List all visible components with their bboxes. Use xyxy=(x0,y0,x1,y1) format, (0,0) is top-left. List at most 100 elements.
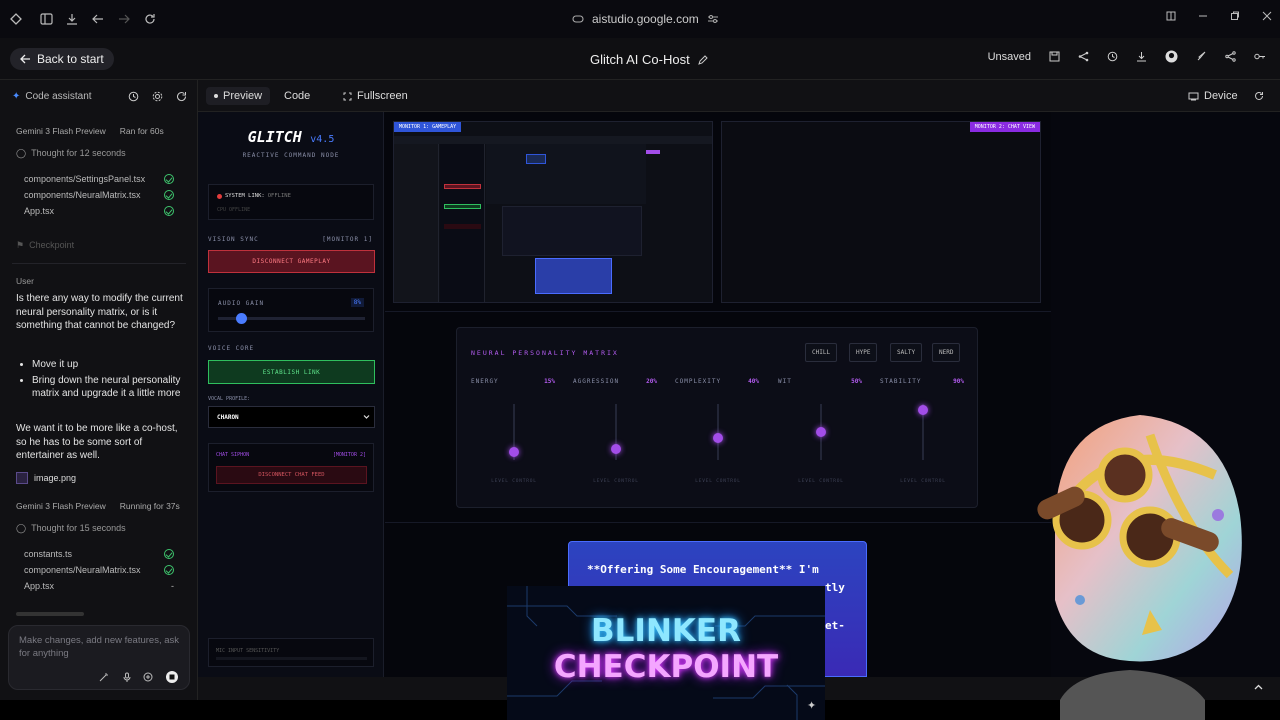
slider-thumb[interactable] xyxy=(509,446,519,457)
pencil-icon[interactable] xyxy=(697,54,708,65)
back-arrow-icon[interactable] xyxy=(90,11,106,27)
vocal-profile-value: CHARON xyxy=(217,414,239,421)
run2-status: Running for 37s xyxy=(119,501,180,511)
minimize-icon[interactable] xyxy=(1198,11,1208,21)
disconnect-chat-button[interactable]: DISCONNECT CHAT FEED xyxy=(216,466,367,484)
personality-slider-wit[interactable]: WIT 50% LEVEL CONTROL xyxy=(778,378,864,498)
personality-slider-aggression[interactable]: AGGRESSION 20% LEVEL CONTROL xyxy=(573,378,659,498)
magic-wand-icon[interactable] xyxy=(99,672,109,682)
history-icon[interactable] xyxy=(1107,51,1118,62)
slider-track[interactable] xyxy=(509,404,519,460)
address-bar[interactable]: aistudio.google.com xyxy=(572,12,719,26)
download-icon[interactable] xyxy=(64,11,80,27)
logo: GLITCH v4.5 xyxy=(198,128,384,147)
file-row[interactable]: components/NeuralMatrix.tsx xyxy=(24,565,174,575)
forward-arrow-icon[interactable] xyxy=(116,11,132,27)
slider-thumb[interactable] xyxy=(816,427,826,437)
attachment-chip[interactable]: image.png xyxy=(16,472,76,484)
prompt-input[interactable]: Make changes, add new features, ask for … xyxy=(8,625,190,690)
personality-slider-energy[interactable]: ENERGY 15% LEVEL CONTROL xyxy=(471,378,557,498)
establish-link-button[interactable]: ESTABLISH LINK xyxy=(208,360,375,384)
key-icon[interactable] xyxy=(1254,51,1266,62)
sparkle-icon: ✦ xyxy=(807,700,817,712)
device-button[interactable]: Device xyxy=(1180,87,1246,105)
github-icon[interactable] xyxy=(1165,50,1178,63)
slider-thumb[interactable] xyxy=(713,432,723,443)
reload-icon[interactable] xyxy=(142,11,158,27)
save-icon[interactable] xyxy=(1049,51,1060,62)
slider-value: 20% xyxy=(646,378,657,385)
file-row[interactable]: App.tsx xyxy=(24,206,174,216)
close-icon[interactable] xyxy=(1262,11,1272,21)
monitor-1-gameplay: MONITOR 1: GAMEPLAY xyxy=(393,121,713,303)
preset-hype-button[interactable]: HYPE xyxy=(849,343,878,362)
slider-track[interactable] xyxy=(816,404,826,460)
slider-label: WIT xyxy=(778,378,792,385)
file-row[interactable]: App.tsx - xyxy=(24,581,174,591)
tune-icon[interactable] xyxy=(707,14,719,24)
disconnect-gameplay-button[interactable]: DISCONNECT GAMEPLAY xyxy=(208,250,375,273)
url-text[interactable]: aistudio.google.com xyxy=(592,12,699,26)
slider-track[interactable] xyxy=(611,404,621,460)
file-row[interactable]: components/SettingsPanel.tsx xyxy=(24,174,174,184)
vocal-profile-select[interactable]: CHARON xyxy=(208,406,375,428)
microphone-icon[interactable] xyxy=(122,672,132,682)
mirror-chat-button xyxy=(444,224,481,229)
slider-label: STABILITY xyxy=(880,378,922,385)
back-to-start-button[interactable]: Back to start xyxy=(10,48,114,70)
mirror-left-panel xyxy=(394,144,439,302)
split-view-icon[interactable] xyxy=(1166,11,1176,21)
bubble-line-1: **Offering Some Encouragement** I'm xyxy=(587,563,819,576)
refresh-icon[interactable] xyxy=(176,91,187,102)
logo-text: GLITCH xyxy=(247,128,302,146)
mic-sensitivity-slider[interactable] xyxy=(216,657,367,660)
download-icon[interactable] xyxy=(1136,51,1147,62)
version-text: v4.5 xyxy=(310,134,335,145)
chat-siphon-card: CHAT SIPHON [MONITOR 2] DISCONNECT CHAT … xyxy=(208,443,374,492)
stop-icon[interactable] xyxy=(165,670,179,684)
cpu-line: CPU OFFLINE xyxy=(217,207,251,213)
personality-slider-complexity[interactable]: COMPLEXITY 40% LEVEL CONTROL xyxy=(675,378,761,498)
file-row[interactable]: components/NeuralMatrix.tsx xyxy=(24,190,174,200)
personality-slider-stability[interactable]: STABILITY 90% LEVEL CONTROL xyxy=(880,378,966,498)
rocket-icon[interactable] xyxy=(1196,51,1207,62)
slider-thumb[interactable] xyxy=(611,443,621,454)
add-circle-icon[interactable] xyxy=(143,672,153,682)
preset-chill-button[interactable]: CHILL xyxy=(805,343,838,362)
restore-icon[interactable] xyxy=(1230,11,1240,21)
run2-model: Gemini 3 Flash Preview xyxy=(16,501,106,511)
attachment-name: image.png xyxy=(34,473,77,483)
file-name: constants.ts xyxy=(24,549,73,559)
mic-sensitivity-label: MIC INPUT SENSITIVITY xyxy=(216,648,280,654)
mirror-green-button xyxy=(444,204,481,209)
check-icon xyxy=(164,174,174,184)
share-nodes-icon[interactable] xyxy=(1078,51,1089,62)
thought2-toggle[interactable]: ◯ Thought for 15 seconds xyxy=(16,523,126,534)
preset-salty-button[interactable]: SALTY xyxy=(890,343,923,362)
file-row[interactable]: constants.ts xyxy=(24,549,174,559)
slider-thumb[interactable] xyxy=(918,404,928,415)
reload-preview-icon[interactable] xyxy=(1254,91,1264,101)
history-icon[interactable] xyxy=(128,91,139,102)
tab-preview[interactable]: Preview xyxy=(206,87,271,105)
slider-thumb[interactable] xyxy=(235,313,247,324)
preset-nerd-button[interactable]: NERD xyxy=(932,343,961,362)
slider-track[interactable] xyxy=(713,404,723,460)
slider-value: 40% xyxy=(748,378,759,385)
site-info-icon[interactable] xyxy=(572,14,584,24)
slider-track[interactable] xyxy=(918,404,928,460)
tab-fullscreen[interactable]: Fullscreen xyxy=(335,87,416,105)
slider-value: 90% xyxy=(953,378,964,385)
share-icon[interactable] xyxy=(1225,51,1236,62)
audio-gain-slider[interactable] xyxy=(218,313,365,324)
settings-gear-icon[interactable] xyxy=(152,91,163,102)
user-label: User xyxy=(16,276,34,286)
sidebar-toggle-icon[interactable] xyxy=(38,11,54,27)
tab-code[interactable]: Code xyxy=(276,87,318,105)
thought1-toggle[interactable]: ◯ Thought for 12 seconds xyxy=(16,148,126,159)
check-icon xyxy=(164,565,174,575)
chat-siphon-label: CHAT SIPHON xyxy=(216,452,250,458)
extensions-icon[interactable] xyxy=(8,11,24,27)
checkpoint-row[interactable]: ⚑ Checkpoint xyxy=(16,240,74,251)
horizontal-scrollbar[interactable] xyxy=(16,612,84,616)
